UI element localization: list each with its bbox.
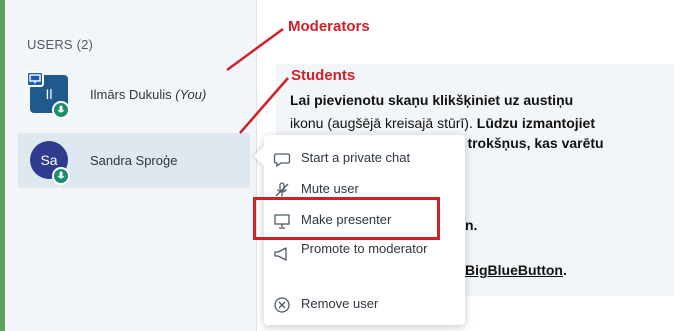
welcome-line-1: Lai pievienotu skaņu klikšķiniet uz aust…: [290, 92, 574, 108]
welcome-line-4-fragment: n.: [465, 217, 478, 233]
bigbluebutton-link[interactable]: BigBlueButton: [465, 262, 563, 278]
microphone-icon: [52, 101, 70, 119]
user-list-item-student[interactable]: Sa Sandra Sproģe: [18, 133, 250, 188]
menu-item-start-private-chat[interactable]: Start a private chat: [264, 141, 465, 175]
make-presenter-highlight: [253, 197, 440, 240]
menu-item-remove-user[interactable]: Remove user: [264, 287, 465, 321]
avatar-initials: Sa: [40, 152, 58, 168]
moderators-annotation: Moderators: [288, 18, 370, 35]
menu-item-label: Remove user: [301, 296, 379, 311]
user-list-item-moderator[interactable]: Il Ilmārs Dukulis (You): [18, 67, 250, 122]
microphone-icon: [52, 167, 70, 185]
you-label: (You): [175, 87, 207, 102]
user-name: Ilmārs Dukulis (You): [90, 87, 206, 102]
presenter-icon: [26, 71, 44, 87]
chat-icon: [273, 150, 291, 168]
promote-icon: [273, 245, 291, 263]
bigbluebutton-link-row: BigBlueButton.: [465, 262, 567, 278]
welcome-line-3-fragment: u trokšņus, kas varētu: [455, 135, 604, 151]
avatar-initials: Il: [45, 86, 53, 102]
welcome-line-5-tail: .: [562, 262, 567, 278]
menu-item-label: Start a private chat: [301, 150, 411, 165]
user-name: Sandra Sproģe: [90, 153, 177, 168]
welcome-line-2-bold: Lūdzu izmantojiet: [476, 115, 595, 131]
user-name-text: Sandra Sproģe: [90, 153, 178, 168]
students-annotation: Students: [291, 67, 356, 84]
user-name-text: Ilmārs Dukulis: [90, 87, 172, 102]
menu-item-label: Mute user: [301, 181, 359, 196]
welcome-message: Lai pievienotu skaņu klikšķiniet uz aust…: [290, 89, 670, 135]
welcome-line-2: ikonu (augšējā kreisajā stūrī). Lūdzu iz…: [290, 112, 670, 135]
welcome-line-2-text: ikonu (augšējā kreisajā stūrī).: [290, 115, 477, 131]
menu-item-promote-to-moderator[interactable]: Promote to moderator: [264, 236, 465, 282]
remove-icon: [273, 296, 291, 314]
users-list-header: USERS (2): [27, 37, 94, 52]
menu-item-label: Promote to moderator: [301, 241, 428, 256]
